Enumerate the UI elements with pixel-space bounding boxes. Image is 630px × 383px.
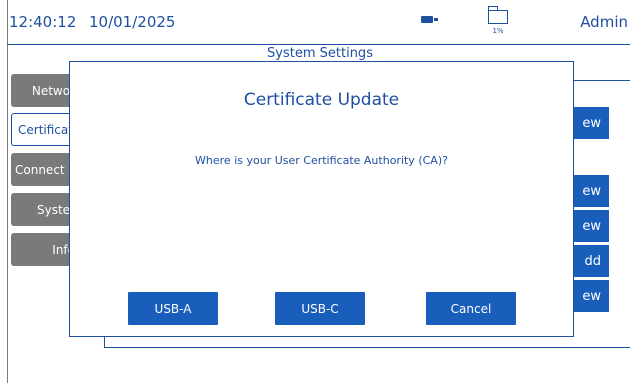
current-date: 10/01/2025 [89,13,176,31]
user-name[interactable]: Admin [580,13,628,31]
page-title: System Settings [267,46,373,61]
dialog-question: Where is your User Certificate Authority… [195,154,448,167]
usb-c-button[interactable]: USB-C [275,292,365,325]
folder-icon[interactable] [488,6,508,24]
cancel-button[interactable]: Cancel [426,292,516,325]
storage-percent: 1% [492,27,504,35]
dialog-title: Certificate Update [243,90,400,110]
clock-time: 12:40:12 [9,13,77,31]
status-bar: 12:40:12 10/01/2025 1% Admin [7,0,630,45]
battery-icon [421,16,438,23]
certificate-update-dialog: Certificate Update Where is your User Ce… [69,61,574,337]
usb-a-button[interactable]: USB-A [128,292,218,325]
